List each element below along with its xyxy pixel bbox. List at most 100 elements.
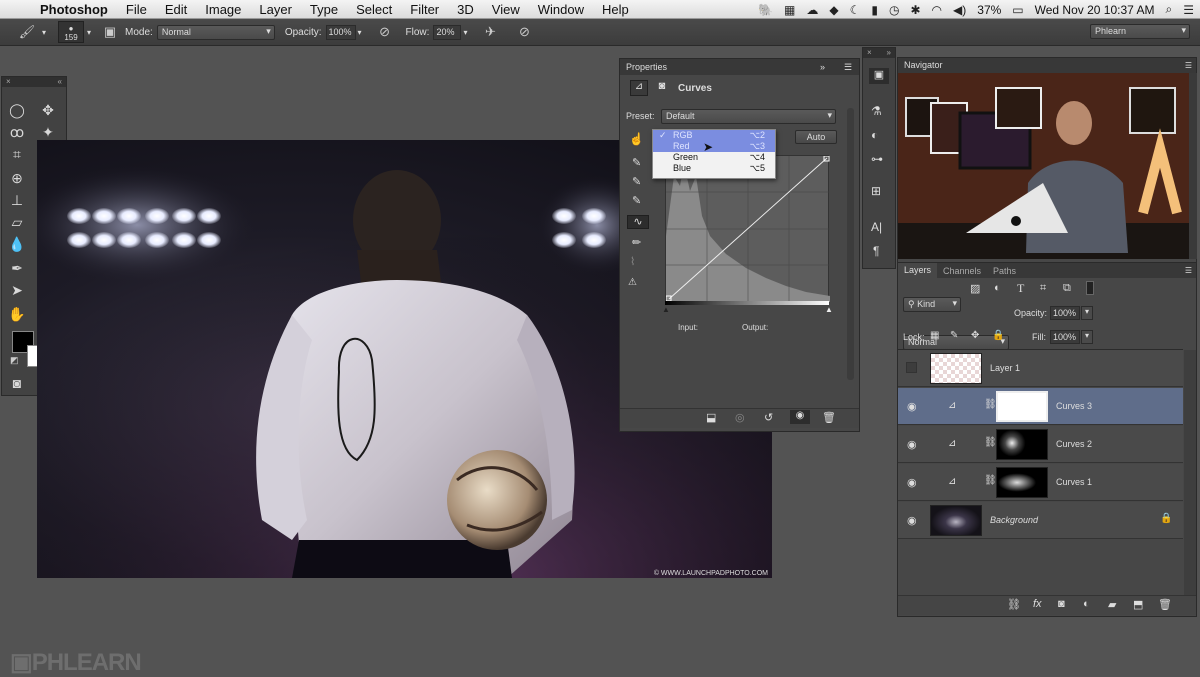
menu-window[interactable]: Window <box>538 2 584 17</box>
menu-type[interactable]: Type <box>310 2 338 17</box>
edit-points-curve-icon[interactable]: ∿ <box>627 215 649 229</box>
lock-all-icon[interactable]: 🔒 <box>992 330 1004 341</box>
preset-caret-icon[interactable]: ▾ <box>42 28 46 37</box>
layer-style-fx-icon[interactable]: fx <box>1033 598 1042 610</box>
tab-paths[interactable]: Paths <box>987 266 1022 276</box>
close-icon[interactable]: × <box>6 77 11 87</box>
bluetooth-icon[interactable]: ✱ <box>910 3 920 17</box>
brush-size-picker[interactable]: ● 159 <box>58 21 85 43</box>
targeted-adjustment-icon[interactable]: ☝ <box>629 132 644 146</box>
layers-scrollbar[interactable] <box>1184 350 1196 595</box>
adjustments-panel-icon[interactable]: ▣ <box>869 68 889 84</box>
layer-name[interactable]: Curves 3 <box>1056 401 1092 411</box>
hand-tool-icon[interactable]: ✋ <box>6 304 28 324</box>
layer-mask-thumbnail[interactable] <box>996 467 1048 498</box>
delete-layer-icon[interactable]: 🗑 <box>1158 598 1172 611</box>
link-layers-icon[interactable]: ⛓ <box>1007 598 1021 611</box>
channel-menu-item-red[interactable]: Red ⌥3 <box>653 141 775 152</box>
notification-list-icon[interactable]: ☰ <box>1183 3 1194 17</box>
mask-link-icon[interactable]: ⛓ <box>984 437 997 448</box>
new-group-icon[interactable]: ▰ <box>1108 598 1116 611</box>
layer-name[interactable]: Background <box>990 515 1038 525</box>
menu-image[interactable]: Image <box>205 2 241 17</box>
filter-shape-icon[interactable]: ⌗ <box>1040 282 1046 295</box>
lock-transparent-icon[interactable]: ▦ <box>930 330 939 341</box>
filter-adjustment-icon[interactable]: ◐ <box>994 282 1001 294</box>
eye-icon[interactable]: ◉ <box>907 438 917 451</box>
eye-icon[interactable]: ◉ <box>907 514 917 527</box>
layer-row-curves-2[interactable]: ◉ ⊿ ⛓ Curves 2 <box>898 426 1183 463</box>
menu-file[interactable]: File <box>126 2 147 17</box>
filter-pixel-icon[interactable]: ▨ <box>970 282 980 295</box>
sliders-panel-icon[interactable]: ⊶ <box>871 152 883 166</box>
layer-row-layer-1[interactable]: Layer 1 <box>898 350 1183 387</box>
menu-edit[interactable]: Edit <box>165 2 187 17</box>
toggle-visibility-icon[interactable]: ◉ <box>790 410 810 424</box>
smooth-curve-icon[interactable]: ⌇ <box>630 255 635 268</box>
clone-stamp-tool-icon[interactable]: ⊥ <box>6 190 28 210</box>
new-layer-icon[interactable]: ⬒ <box>1133 598 1143 611</box>
layer-opacity-caret-icon[interactable]: ▾ <box>1081 306 1093 320</box>
filter-toggle-switch[interactable] <box>1086 281 1094 295</box>
mask-icon[interactable]: ◙ <box>654 80 670 96</box>
collapse-icon[interactable]: « <box>58 77 62 87</box>
view-previous-state-icon[interactable]: ◎ <box>735 411 745 424</box>
menu-3d[interactable]: 3D <box>457 2 474 17</box>
panel-menu-icon[interactable]: ☰ <box>1185 58 1192 73</box>
navigator-preview[interactable] <box>898 73 1189 259</box>
filter-type-icon[interactable]: T <box>1017 281 1024 296</box>
draw-curve-pencil-icon[interactable]: ✏ <box>632 236 641 249</box>
lock-image-pixels-icon[interactable]: ✎ <box>950 330 958 341</box>
menu-help[interactable]: Help <box>602 2 629 17</box>
expand-icon[interactable]: » <box>887 48 891 58</box>
navigator-scrollbar[interactable] <box>1189 73 1197 259</box>
pen-tool-icon[interactable]: ✒ <box>6 258 28 278</box>
grid-icon[interactable]: ▦ <box>784 3 795 17</box>
clip-to-layer-icon[interactable]: ⬓ <box>706 411 716 424</box>
tab-layers[interactable]: Layers <box>898 263 938 278</box>
channel-menu-item-rgb[interactable]: ✓ RGB ⌥2 <box>653 130 775 141</box>
layer-row-background[interactable]: ◉ Background 🔒 <box>898 502 1183 539</box>
brush-panel-toggle-icon[interactable]: ▣ <box>101 23 119 41</box>
evernote-icon[interactable]: 🐘 <box>758 3 773 17</box>
visibility-toggle-off[interactable] <box>906 362 917 373</box>
volume-icon[interactable]: ◀) <box>953 3 966 17</box>
fill-caret-icon[interactable]: ▾ <box>1081 330 1093 344</box>
eye-icon[interactable]: ◉ <box>907 476 917 489</box>
menu-layer[interactable]: Layer <box>259 2 292 17</box>
opacity-field[interactable]: 100% <box>325 24 356 40</box>
fill-field[interactable]: 100% <box>1050 330 1080 344</box>
black-point-eyedropper-icon[interactable]: ✎ <box>632 156 641 169</box>
properties-scrollbar[interactable] <box>847 108 854 380</box>
timemachine-icon[interactable]: ◷ <box>889 3 899 17</box>
layer-mask-thumbnail[interactable] <box>996 391 1048 422</box>
app-menu[interactable]: Photoshop <box>40 2 108 17</box>
gray-point-eyedropper-icon[interactable]: ✎ <box>632 175 641 188</box>
white-point-eyedropper-icon[interactable]: ✎ <box>632 194 641 207</box>
preset-dropdown[interactable]: Default <box>661 109 836 124</box>
flow-caret-icon[interactable]: ▾ <box>463 28 467 37</box>
menu-select[interactable]: Select <box>356 2 392 17</box>
pressure-size-icon[interactable]: ⊘ <box>515 23 533 41</box>
brush-tool-preset-icon[interactable]: 🖌 <box>18 23 36 41</box>
layer-filter-kind-dropdown[interactable]: ⚲ Kind <box>903 297 961 312</box>
moon-icon[interactable]: ☾ <box>850 3 861 17</box>
flow-field[interactable]: 20% <box>433 24 462 40</box>
clipping-warning-icon[interactable]: ⚠ <box>628 277 637 288</box>
wifi-icon[interactable]: ◠ <box>932 3 942 17</box>
new-adjustment-layer-icon[interactable]: ◐ <box>1083 598 1090 610</box>
white-point-slider-icon[interactable]: ▲ <box>825 305 833 314</box>
auto-button[interactable]: Auto <box>795 130 837 144</box>
layer-row-curves-3[interactable]: ◉ ⊿ ⛓ Curves 3 <box>898 388 1183 425</box>
panel-menu-icon[interactable]: ☰ <box>1185 266 1192 275</box>
panel-menu-icon[interactable]: ☰ <box>844 62 852 73</box>
navigator-tab[interactable]: Navigator <box>904 60 943 70</box>
pressure-opacity-icon[interactable]: ⊘ <box>376 23 394 41</box>
layer-name[interactable]: Curves 1 <box>1056 477 1092 487</box>
reset-icon[interactable]: ↺ <box>764 411 773 424</box>
delete-adjustment-icon[interactable]: 🗑 <box>822 411 836 424</box>
mask-link-icon[interactable]: ⛓ <box>984 399 997 410</box>
crop-tool-icon[interactable]: ⌗ <box>6 144 28 164</box>
eraser-tool-icon[interactable]: ▱ <box>6 212 28 232</box>
brush-size-caret-icon[interactable]: ▾ <box>87 28 91 37</box>
